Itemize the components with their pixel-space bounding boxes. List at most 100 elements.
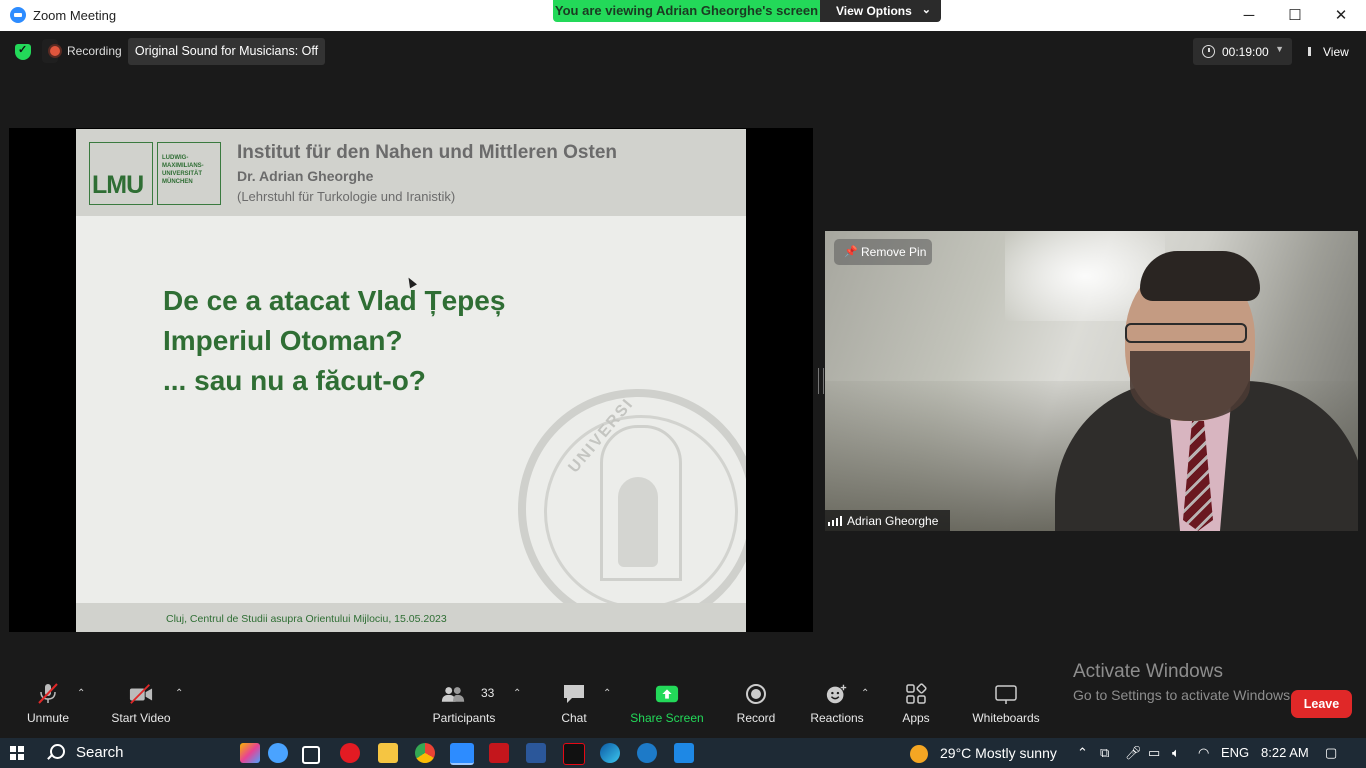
close-button[interactable]: ✕	[1318, 0, 1364, 31]
lmu-logo-mark: LMU	[92, 171, 144, 199]
unmute-label: Unmute	[26, 711, 70, 725]
view-options-button[interactable]: View Options ⌄	[820, 0, 941, 22]
unmute-button[interactable]: Unmute	[18, 683, 78, 727]
file-explorer-icon[interactable]	[378, 743, 398, 763]
remove-pin-button[interactable]: 📌 Remove Pin	[834, 239, 932, 265]
meet-now-icon[interactable]: ⧉	[1100, 738, 1109, 768]
windows-taskbar: Search 29°C Mostly sunny ⌃ ⧉ 🎤︎ ▭ 🔈︎ ◠ E…	[0, 738, 1366, 768]
recording-label: Recording	[67, 44, 122, 58]
edge-icon[interactable]	[600, 743, 620, 763]
microphone-tray-icon[interactable]: 🎤︎	[1125, 738, 1142, 768]
start-video-label: Start Video	[111, 711, 171, 725]
original-sound-toggle[interactable]: Original Sound for Musicians: Off	[128, 38, 325, 65]
leave-button[interactable]: Leave	[1291, 690, 1352, 718]
reactions-label: Reactions	[810, 711, 864, 725]
share-screen-button[interactable]: Share Screen	[630, 683, 704, 727]
chat-icon	[564, 685, 584, 703]
participant-name-tag: Adrian Gheorghe	[825, 510, 950, 531]
netflix-icon[interactable]	[563, 743, 585, 765]
university-seal: UNIVERSI	[518, 389, 746, 629]
start-video-button[interactable]: Start Video	[106, 683, 176, 727]
whiteboards-button[interactable]: Whiteboards	[970, 683, 1042, 727]
opera-browser-icon[interactable]	[340, 743, 360, 763]
activate-windows-subtitle: Go to Settings to activate Windows.	[1073, 687, 1294, 703]
zoom-app-icon	[10, 7, 26, 23]
chat-label: Chat	[561, 711, 587, 725]
meeting-timer[interactable]: 00:19:00 ▼	[1193, 38, 1292, 65]
clock-icon	[1202, 45, 1215, 58]
slide-title: De ce a atacat Vlad Țepeș Imperiul Otoma…	[163, 281, 505, 401]
institute-name: Institut für den Nahen und Mittleren Ost…	[237, 142, 617, 163]
lmu-logo-text: LUDWIG- MAXIMILIANS- UNIVERSITÄT MÜNCHEN	[162, 155, 204, 185]
webex-icon[interactable]	[637, 743, 657, 763]
clock-time[interactable]: 8:22 AM	[1261, 738, 1309, 768]
participant-name: Adrian Gheorghe	[847, 514, 939, 528]
search-icon	[50, 744, 65, 759]
acrobat-icon[interactable]	[489, 743, 509, 763]
apps-icon	[906, 683, 927, 704]
audio-options-caret-icon[interactable]: ⌃	[77, 688, 85, 699]
sunny-weather-icon	[910, 745, 928, 763]
chat-button[interactable]: Chat	[554, 683, 594, 727]
battery-icon[interactable]: ▭	[1148, 738, 1160, 768]
search-highlight-icon	[240, 743, 260, 763]
notifications-icon[interactable]: ▢	[1325, 738, 1337, 768]
minimize-button[interactable]: ─	[1226, 0, 1272, 31]
activate-windows-title: Activate Windows	[1073, 661, 1223, 682]
slide-title-line: De ce a atacat Vlad Țepeș	[163, 285, 506, 316]
photos-icon[interactable]	[674, 743, 694, 763]
slide-footer: Cluj, Centrul de Studii asupra Orientulu…	[76, 603, 746, 632]
reactions-button[interactable]: Reactions	[808, 683, 866, 727]
view-layout-button[interactable]: View	[1300, 38, 1355, 65]
taskbar-search-label: Search	[76, 744, 124, 761]
share-screen-label: Share Screen	[630, 711, 704, 725]
reactions-caret-icon[interactable]: ⌃	[861, 688, 869, 699]
slide-title-line: ... sau nu a făcut-o?	[163, 365, 426, 396]
reactions-icon	[826, 684, 847, 704]
participant-video-tile[interactable]	[825, 231, 1358, 531]
windows-start-icon[interactable]	[10, 746, 24, 760]
participants-icon	[441, 687, 465, 702]
zoom-taskbar-icon[interactable]	[450, 743, 474, 765]
chrome-icon[interactable]	[415, 743, 435, 763]
whiteboards-label: Whiteboards	[972, 711, 1040, 725]
participants-caret-icon[interactable]: ⌃	[513, 688, 521, 699]
slide-title-line: Imperiul Otoman?	[163, 325, 403, 356]
word-icon[interactable]	[526, 743, 546, 763]
record-dot-icon	[50, 46, 60, 56]
participants-count: 33	[481, 686, 495, 700]
split-resize-handle[interactable]	[818, 368, 824, 394]
muted-microphone-icon	[38, 683, 58, 704]
record-icon	[746, 684, 766, 704]
video-off-icon	[129, 684, 153, 704]
grid-view-icon	[1308, 47, 1321, 56]
volume-icon[interactable]: 🔈︎	[1172, 738, 1180, 768]
timer-value: 00:19:00	[1222, 45, 1269, 59]
show-hidden-icons-caret-icon[interactable]: ⌃	[1077, 738, 1088, 768]
slide-header: LMU LUDWIG- MAXIMILIANS- UNIVERSITÄT MÜN…	[76, 129, 746, 216]
record-button[interactable]: Record	[734, 683, 778, 727]
wifi-icon[interactable]: ◠	[1198, 738, 1209, 768]
record-label: Record	[736, 711, 776, 725]
author-name: Dr. Adrian Gheorghe	[237, 168, 374, 184]
recording-indicator[interactable]: Recording	[42, 39, 122, 63]
task-view-icon[interactable]	[302, 746, 320, 764]
weather-label: 29°C Mostly sunny	[940, 745, 1057, 761]
security-shield-icon[interactable]	[15, 43, 31, 60]
search-highlight-figure-icon	[268, 743, 288, 763]
apps-button[interactable]: Apps	[896, 683, 936, 727]
share-screen-icon	[655, 685, 679, 703]
viewing-screen-label: You are viewing Adrian Gheorghe's screen	[553, 0, 820, 22]
language-indicator[interactable]: ENG	[1221, 738, 1249, 768]
chat-caret-icon[interactable]: ⌃	[603, 688, 611, 699]
screen-share-banner: You are viewing Adrian Gheorghe's screen…	[553, 0, 941, 22]
apps-label: Apps	[902, 711, 930, 725]
taskbar-search[interactable]: Search	[42, 738, 302, 768]
pin-icon: 📌	[844, 246, 858, 258]
chevron-down-icon: ▼	[1275, 44, 1284, 54]
video-options-caret-icon[interactable]: ⌃	[175, 688, 183, 699]
lmu-logo: LMU LUDWIG- MAXIMILIANS- UNIVERSITÄT MÜN…	[89, 142, 221, 205]
participants-label: Participants	[432, 711, 496, 725]
maximize-button[interactable]: ☐	[1272, 0, 1318, 31]
view-label: View	[1323, 45, 1349, 59]
